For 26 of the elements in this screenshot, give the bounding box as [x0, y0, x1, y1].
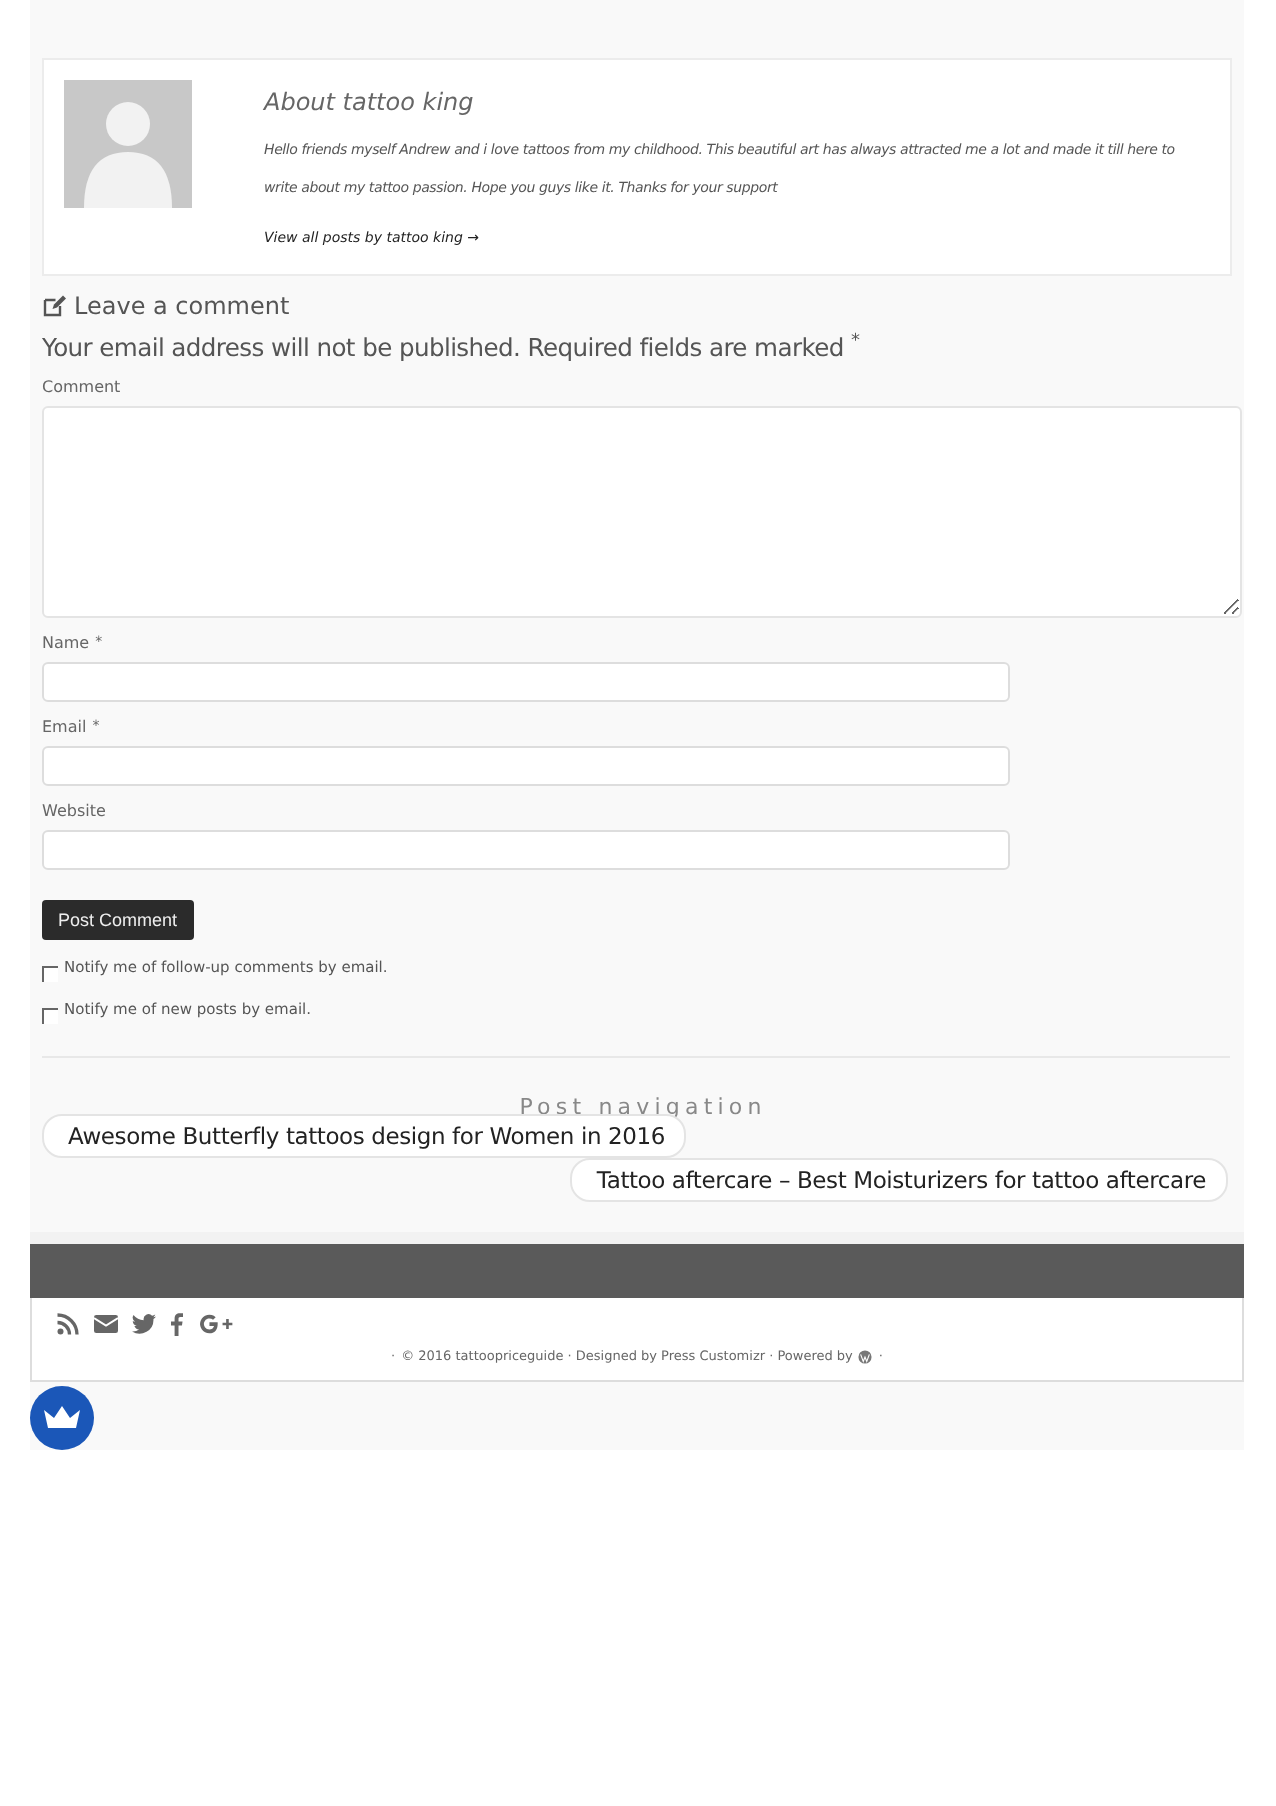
google-plus-icon[interactable] — [198, 1312, 234, 1337]
crown-button[interactable] — [30, 1386, 94, 1451]
field-label: Email — [42, 718, 87, 737]
author-title: About tattoo king — [264, 88, 476, 116]
checkbox[interactable] — [42, 966, 58, 983]
comment-heading: Leave a comment — [74, 292, 290, 320]
field-label: Name — [42, 634, 90, 653]
wordpress-icon[interactable] — [858, 1349, 873, 1364]
edit-icon — [42, 294, 66, 318]
post-comment-button[interactable]: Post Comment — [42, 900, 194, 941]
comment-field[interactable] — [42, 406, 1242, 619]
checkbox[interactable] — [42, 1008, 58, 1025]
rss-icon[interactable] — [56, 1312, 80, 1337]
field-label: Website — [42, 802, 106, 821]
input-field[interactable] — [42, 662, 1010, 703]
input-field[interactable] — [42, 746, 1010, 787]
required-notice: Your email address will not be published. Required fields are marked — [42, 334, 844, 363]
email-icon[interactable] — [94, 1312, 118, 1337]
bird-icon[interactable] — [132, 1312, 156, 1337]
facebook-icon[interactable] — [170, 1312, 184, 1337]
input-field[interactable] — [42, 830, 1010, 871]
next-post-link[interactable]: Tattoo aftercare – Best Moisturizers for tattoo aftercare — [570, 1158, 1228, 1203]
field-label: Comment — [42, 378, 121, 397]
crown-icon — [42, 1404, 82, 1433]
required-mark: * — [851, 332, 860, 352]
previous-post-link[interactable]: Awesome Butterfly tattoos design for Women in 2016 — [42, 1114, 687, 1159]
